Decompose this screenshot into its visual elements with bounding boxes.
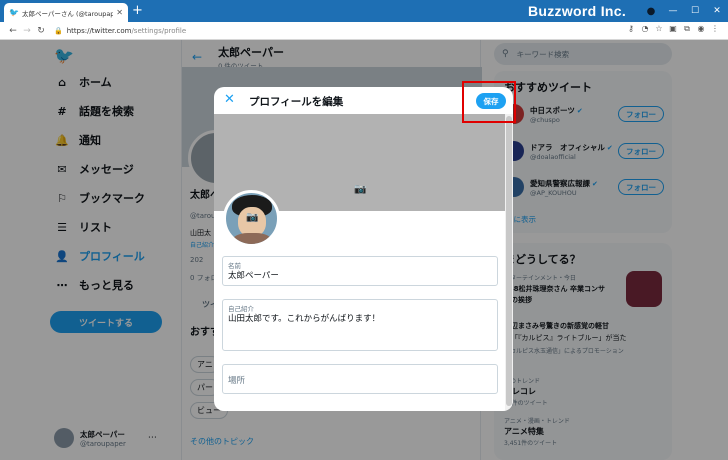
forward-icon[interactable]: → [20,26,34,36]
key-icon[interactable]: ⚷ [624,24,638,34]
url-host: https://twitter.com [66,26,132,35]
camera-icon[interactable]: 📷 [354,184,366,195]
url-field[interactable]: 🔒 https://twitter.com /settings/profile [54,27,186,35]
minimize-icon[interactable]: — [662,0,684,22]
new-tab-button[interactable]: + [132,4,143,17]
location-placeholder: 場所 [228,376,246,386]
reload-icon[interactable]: ↻ [34,26,48,36]
twitter-favicon-icon: 🐦 [9,8,19,17]
name-value: 太郎ペーパー [228,271,279,281]
name-field[interactable]: 名前 太郎ペーパー [222,256,498,286]
close-tab-icon[interactable]: ✕ [116,8,123,17]
brand-watermark: Buzzword Inc. [528,3,627,19]
close-window-icon[interactable]: ✕ [706,0,728,22]
profile-dot-icon[interactable]: ● [640,0,662,22]
lock-icon: 🔒 [54,26,63,35]
dialog-title: プロフィールを編集 [249,96,344,108]
scrollbar-thumb[interactable] [506,116,512,406]
bio-value: 山田太郎です。これからがんばります！ [228,314,381,324]
tab-title: 太郎ペーパーさん (@taroupaper) / Twitter [22,9,114,18]
edit-profile-dialog: ✕ プロフィールを編集 保存 📷 📷 名前 太郎ペーパー 自己紹介 山田太郎です… [214,87,513,411]
browser-tab[interactable]: 🐦 太郎ペーパーさん (@taroupaper) / Twitter ✕ [4,3,128,22]
bio-field[interactable]: 自己紹介 山田太郎です。これからがんばります！ [222,299,498,351]
location-field[interactable]: 場所 [222,364,498,394]
info-icon[interactable]: ◔ [638,24,652,34]
menu-icon[interactable]: ⋮ [708,24,722,34]
back-icon[interactable]: ← [6,26,20,36]
puzzle-icon[interactable]: ⧉ [680,24,694,34]
save-highlight-box [462,81,516,123]
url-path: /settings/profile [131,26,187,35]
extension-icon[interactable]: ▣ [666,24,680,34]
close-icon[interactable]: ✕ [224,92,235,107]
address-bar: ← → ↻ 🔒 https://twitter.com /settings/pr… [0,22,728,40]
camera-icon[interactable]: 📷 [246,212,258,223]
dialog-scrollbar[interactable] [505,114,513,411]
star-icon[interactable]: ☆ [652,24,666,34]
profile-avatar[interactable]: 📷 [223,190,280,247]
maximize-icon[interactable]: ☐ [684,0,706,22]
browser-tab-bar: 🐦 太郎ペーパーさん (@taroupaper) / Twitter ✕ + B… [0,0,728,22]
account-icon[interactable]: ◉ [694,24,708,34]
